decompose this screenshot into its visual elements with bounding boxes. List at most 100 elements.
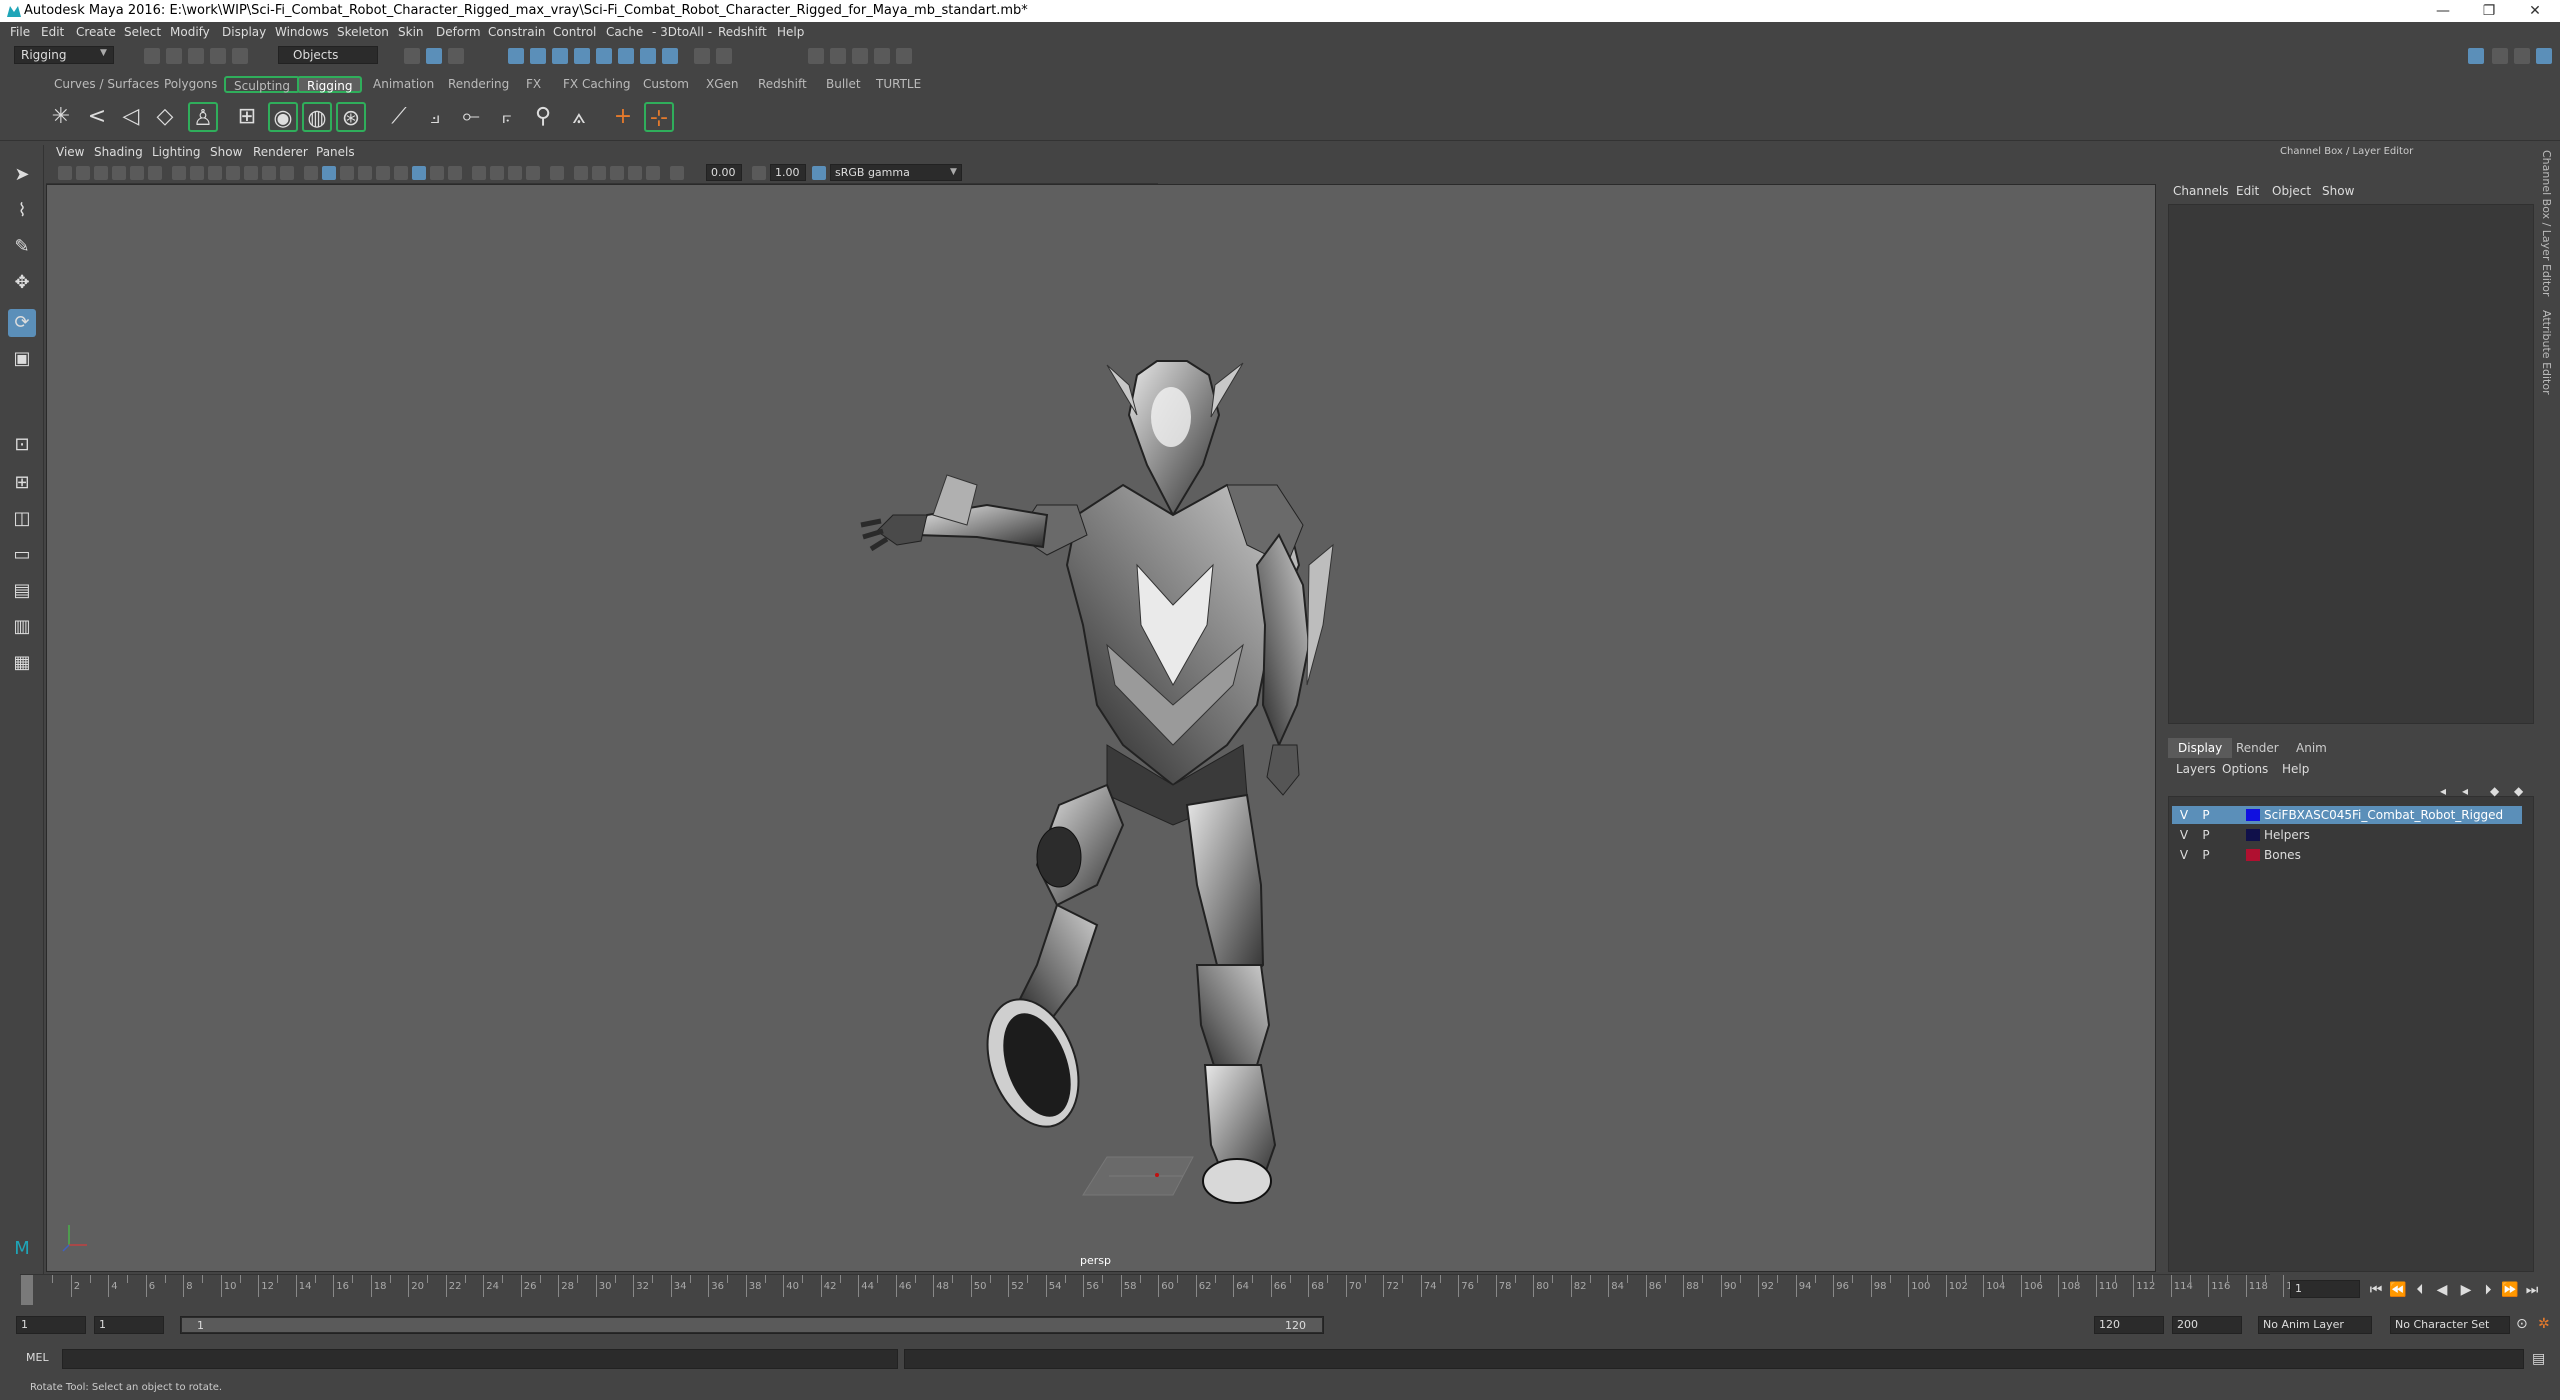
anim-layer-dropdown[interactable]: No Anim Layer [2258, 1316, 2372, 1334]
step-forward-key-icon[interactable]: ⏩ [2500, 1280, 2520, 1300]
exposure-field[interactable]: 0.00 [706, 164, 742, 181]
tab-display[interactable]: Display [2168, 738, 2233, 758]
camera-attributes-icon[interactable] [76, 166, 90, 180]
soft-select-icon[interactable]: ⊡ [8, 431, 36, 459]
panel-menu-panels[interactable]: Panels [316, 145, 355, 159]
menu-control[interactable]: Control [553, 25, 596, 39]
menu-deform[interactable]: Deform [436, 25, 481, 39]
side-tab-channel-box[interactable]: Channel Box / Layer Editor [2540, 150, 2553, 297]
snap-to-view-plane-icon[interactable] [596, 48, 612, 64]
tab-bullet[interactable]: Bullet [818, 76, 869, 93]
safe-action-icon[interactable] [262, 166, 276, 180]
select-by-hierarchy-icon[interactable] [404, 48, 420, 64]
render-settings-icon[interactable] [874, 48, 890, 64]
layer-color-swatch[interactable] [2246, 809, 2260, 821]
joint-tool-icon[interactable]: ✳ [46, 102, 76, 132]
wireframe-on-shaded-icon[interactable] [340, 166, 354, 180]
current-frame-field[interactable]: 1 [2290, 1280, 2360, 1298]
range-slider-handle[interactable] [182, 1318, 1322, 1332]
new-layer-selected-icon[interactable]: ◆ [2514, 784, 2523, 798]
use-all-lights-icon[interactable] [376, 166, 390, 180]
go-to-end-icon[interactable]: ⏭ [2522, 1280, 2542, 1300]
two-d-pan-icon[interactable] [130, 166, 144, 180]
frame-all-icon[interactable] [610, 166, 624, 180]
wireframe-icon[interactable] [304, 166, 318, 180]
tab-rigging[interactable]: Rigging [297, 76, 363, 93]
multisample-aa-icon[interactable] [448, 166, 462, 180]
tab-curves-surfaces[interactable]: Curves / Surfaces [46, 76, 167, 93]
playback-start-field[interactable]: 1 [94, 1316, 164, 1334]
gamma-icon[interactable] [752, 166, 766, 180]
lattice-icon[interactable]: ⟔ [492, 102, 522, 132]
undo-icon[interactable] [210, 48, 226, 64]
layer-menu-options[interactable]: Options [2222, 762, 2268, 776]
restore-button[interactable]: ❐ [2466, 0, 2512, 22]
tab-animation[interactable]: Animation [365, 76, 442, 93]
move-layer-up-icon[interactable]: ◂ [2440, 784, 2446, 798]
layout-single-view-icon[interactable]: ▭ [8, 541, 36, 569]
playback-end-field[interactable]: 120 [2094, 1316, 2164, 1334]
layout-hypershade-icon[interactable]: ▦ [8, 649, 36, 677]
new-layer-icon[interactable]: ◆ [2490, 784, 2499, 798]
tab-redshift[interactable]: Redshift [750, 76, 815, 93]
step-back-key-icon[interactable]: ⏪ [2388, 1280, 2408, 1300]
layer-playback-toggle[interactable]: P [2198, 846, 2214, 864]
layer-menu-layers[interactable]: Layers [2176, 762, 2216, 776]
ik-handle-icon[interactable]: ⟋ [384, 102, 414, 132]
color-management-icon[interactable] [812, 166, 826, 180]
move-layer-down-icon[interactable]: ◂ [2462, 784, 2468, 798]
play-backward-icon[interactable]: ◀ [2432, 1280, 2452, 1300]
panel-menu-shading[interactable]: Shading [94, 145, 143, 159]
layer-row[interactable]: V P Helpers [2172, 826, 2522, 844]
frame-selection-icon[interactable] [628, 166, 642, 180]
tab-polygons[interactable]: Polygons [156, 76, 225, 93]
layer-visibility-toggle[interactable]: V [2176, 846, 2192, 864]
menu-skeleton[interactable]: Skeleton [337, 25, 389, 39]
menu-display[interactable]: Display [222, 25, 266, 39]
current-frame-marker[interactable] [21, 1275, 33, 1305]
menu-modify[interactable]: Modify [170, 25, 210, 39]
hypershade-icon[interactable] [896, 48, 912, 64]
cb-menu-show[interactable]: Show [2322, 184, 2354, 198]
save-scene-icon[interactable] [188, 48, 204, 64]
menu-3dtoall[interactable]: - 3DtoAll - [652, 25, 712, 39]
gate-mask-icon[interactable] [226, 166, 240, 180]
menu-redshift[interactable]: Redshift [718, 25, 767, 39]
bind-skin-icon[interactable]: ⊞ [232, 102, 262, 132]
smooth-bind-icon[interactable]: ◉ [268, 102, 298, 132]
layer-menu-help[interactable]: Help [2282, 762, 2309, 776]
open-scene-icon[interactable] [166, 48, 182, 64]
film-gate-icon[interactable] [190, 166, 204, 180]
locator-icon[interactable]: + [608, 102, 638, 132]
tab-anim[interactable]: Anim [2286, 738, 2337, 758]
move-tool-icon[interactable]: ✥ [8, 269, 36, 297]
menu-set-dropdown[interactable]: Rigging [14, 46, 114, 64]
make-live-icon[interactable] [618, 48, 634, 64]
menu-constrain[interactable]: Constrain [488, 25, 546, 39]
tab-render[interactable]: Render [2226, 738, 2289, 758]
interactive-bind-icon[interactable]: ◍ [302, 102, 332, 132]
parent-constraint-icon[interactable]: ⊹ [644, 102, 674, 132]
cb-menu-edit[interactable]: Edit [2236, 184, 2259, 198]
snap-to-curve-icon[interactable] [530, 48, 546, 64]
layer-playback-toggle[interactable]: P [2198, 806, 2214, 824]
time-slider[interactable]: 2 4 6 8 10 12 14 16 18 20 22 24 26 28 30 32 34 36 38 40 42 44… [20, 1274, 2305, 1306]
rotate-tool-icon[interactable]: ⟳ [8, 309, 36, 337]
layer-row[interactable]: V P SciFBXASC045Fi_Combat_Robot_Rigged [2172, 806, 2522, 824]
tab-xgen[interactable]: XGen [698, 76, 747, 93]
snap-to-point-icon[interactable] [552, 48, 568, 64]
select-by-object-type-icon[interactable] [426, 48, 442, 64]
menu-select[interactable]: Select [124, 25, 161, 39]
menu-file[interactable]: File [10, 25, 30, 39]
minimize-button[interactable]: — [2420, 0, 2466, 22]
layout-outliner-icon[interactable]: ▤ [8, 577, 36, 605]
auto-key-icon[interactable]: ⊙ [2516, 1316, 2528, 1332]
layer-visibility-toggle[interactable]: V [2176, 806, 2192, 824]
render-view-icon[interactable] [808, 48, 824, 64]
screen-space-ao-icon[interactable] [412, 166, 426, 180]
layout-four-view-icon[interactable]: ⊞ [8, 469, 36, 497]
camera-select-icon[interactable] [58, 166, 72, 180]
preferences-icon[interactable]: ✲ [2538, 1316, 2550, 1332]
resolution-gate-icon[interactable] [208, 166, 222, 180]
shadows-icon[interactable] [394, 166, 408, 180]
